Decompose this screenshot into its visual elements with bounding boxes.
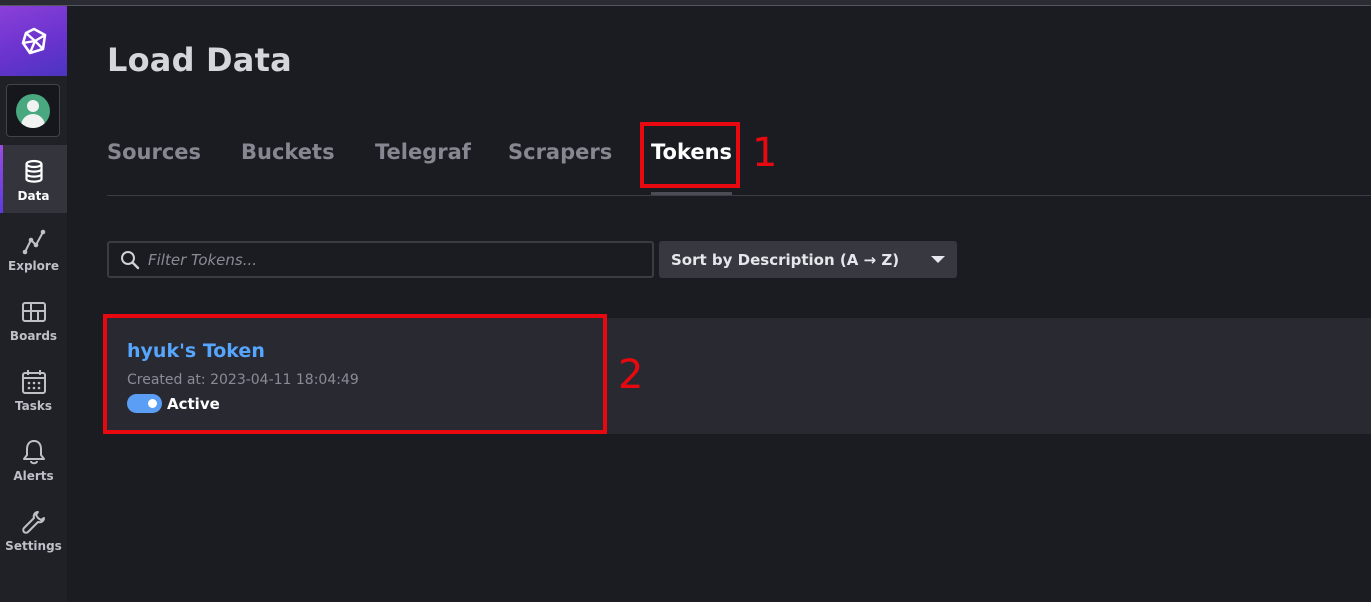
database-icon (24, 159, 43, 183)
caret-down-icon (931, 256, 945, 263)
tab-scrapers[interactable]: Scrapers (508, 140, 612, 195)
annotation-number-2: 2 (618, 352, 644, 398)
graph-icon (22, 229, 45, 255)
tab-telegraf[interactable]: Telegraf (375, 140, 471, 195)
calendar-icon (21, 370, 46, 394)
sort-dropdown-label: Sort by Description (A → Z) (671, 250, 900, 269)
sidebar-item-label: Settings (5, 539, 62, 553)
sidebar-item-label: Data (17, 189, 50, 203)
sidebar-item-label: Boards (9, 329, 58, 343)
sort-dropdown[interactable]: Sort by Description (A → Z) (659, 241, 957, 278)
avatar (16, 93, 50, 128)
annotation-box-token-card (103, 314, 607, 434)
window-top-bar (0, 0, 1371, 6)
app-logo[interactable] (0, 6, 67, 76)
annotation-number-1: 1 (752, 130, 778, 176)
search-input[interactable] (148, 250, 628, 269)
sidebar-item-settings[interactable]: Settings (0, 495, 67, 563)
sidebar-item-data[interactable]: Data (0, 145, 67, 213)
sidebar-item-alerts[interactable]: Alerts (0, 425, 67, 493)
page-title: Load Data (107, 41, 292, 79)
influx-logo-icon (21, 27, 46, 55)
tab-sources[interactable]: Sources (107, 140, 201, 195)
sidebar-item-boards[interactable]: Boards (0, 285, 67, 353)
bell-icon (22, 440, 45, 465)
user-avatar-button[interactable] (6, 84, 60, 137)
tab-buckets[interactable]: Buckets (241, 140, 335, 195)
sidebar: Data Explore Boards Tasks Alerts Setting… (0, 6, 67, 602)
search-icon (121, 250, 140, 269)
sidebar-item-label: Explore (8, 259, 59, 273)
sidebar-item-label: Alerts (13, 469, 54, 483)
filter-tokens-search (107, 241, 654, 278)
dashboard-grid-icon (21, 302, 46, 322)
sidebar-item-explore[interactable]: Explore (0, 215, 67, 283)
active-tab-indicator (651, 192, 733, 195)
sidebar-item-tasks[interactable]: Tasks (0, 355, 67, 423)
sidebar-item-label: Tasks (14, 399, 52, 413)
wrench-icon (21, 511, 45, 534)
annotation-box-tokens-tab (640, 122, 740, 188)
